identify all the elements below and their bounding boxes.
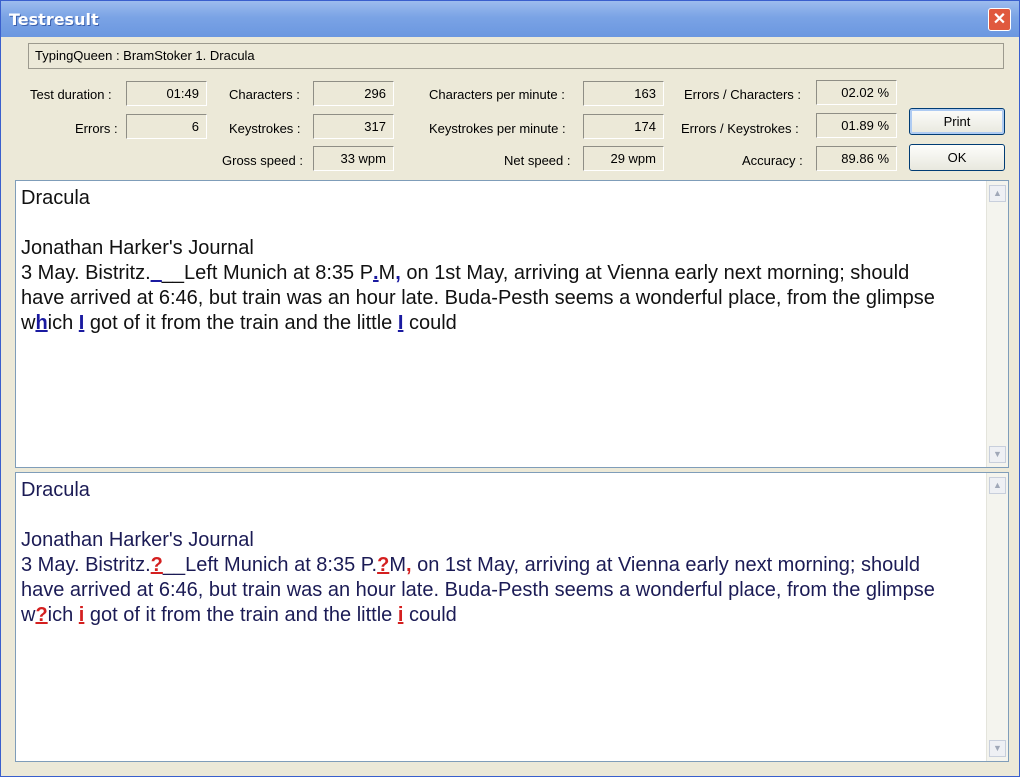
- test-duration-label: Test duration :: [30, 87, 112, 102]
- typed-line-1: 3 May. Bistritz.?__Left Munich at 8:35 P…: [21, 554, 920, 576]
- source-error-mark: _: [150, 262, 162, 284]
- testresult-window: Testresult ✕ TypingQueen : BramStoker 1.…: [0, 0, 1020, 777]
- source-text-pane[interactable]: Dracula Jonathan Harker's Journal 3 May.…: [15, 180, 1009, 468]
- typed-title: Dracula: [21, 479, 90, 501]
- characters-label: Characters :: [229, 87, 300, 102]
- typed-text-segment: ich: [47, 604, 79, 626]
- typed-text: Dracula Jonathan Harker's Journal 3 May.…: [21, 478, 981, 628]
- typed-text-segment: M: [389, 554, 406, 576]
- source-line-3: which I got of it from the train and the…: [21, 312, 457, 334]
- typed-scrollbar[interactable]: ▲ ▼: [986, 473, 1008, 761]
- errors-label: Errors :: [75, 121, 118, 136]
- close-button[interactable]: ✕: [988, 8, 1011, 31]
- source-line-1: 3 May. Bistritz.___Left Munich at 8:35 P…: [21, 262, 909, 284]
- ok-button[interactable]: OK: [909, 144, 1005, 171]
- typed-text-segment: got of it from the train and the little: [84, 604, 398, 626]
- source-subtitle: Jonathan Harker's Journal: [21, 237, 254, 259]
- chars-per-minute-label: Characters per minute :: [429, 87, 565, 102]
- source-text-segment: ich: [47, 312, 79, 334]
- source-text-segment: got of it from the train and the little: [84, 312, 398, 334]
- typed-error-mark: ?: [150, 554, 163, 576]
- errors-characters-label: Errors / Characters :: [684, 87, 802, 102]
- typed-text-segment: on 1st May, arriving at Vienna early nex…: [411, 554, 920, 576]
- typed-line-2: have arrived at 6:46, but train was an h…: [21, 579, 935, 601]
- typed-text-segment: 3 May. Bistritz.: [21, 554, 151, 576]
- print-button[interactable]: Print: [909, 108, 1005, 135]
- source-title: Dracula: [21, 187, 90, 209]
- source-text: Dracula Jonathan Harker's Journal 3 May.…: [21, 186, 981, 336]
- title-bar[interactable]: Testresult ✕: [1, 1, 1019, 37]
- accuracy-label: Accuracy :: [742, 153, 803, 168]
- test-duration-value: 01:49: [126, 81, 207, 106]
- source-text-segment: on 1st May, arriving at Vienna early nex…: [400, 262, 910, 284]
- source-text-segment: could: [403, 312, 457, 334]
- gross-speed-value: 33 wpm: [313, 146, 394, 171]
- keys-per-minute-label: Keystrokes per minute :: [429, 121, 566, 136]
- scroll-up-icon[interactable]: ▲: [989, 477, 1006, 494]
- typed-line-3: w?ich i got of it from the train and the…: [21, 604, 457, 626]
- keystrokes-value: 317: [313, 114, 394, 139]
- gross-speed-label: Gross speed :: [222, 153, 303, 168]
- typed-text-segment: __Left Munich at 8:35 P.: [162, 554, 378, 576]
- chars-per-minute-value: 163: [583, 81, 664, 106]
- source-text-segment: __Left Munich at 8:35 P: [161, 262, 374, 284]
- net-speed-value: 29 wpm: [583, 146, 664, 171]
- net-speed-label: Net speed :: [504, 153, 571, 168]
- scroll-down-icon[interactable]: ▼: [989, 446, 1006, 463]
- typed-error-mark: ?: [377, 554, 390, 576]
- errors-keystrokes-label: Errors / Keystrokes :: [681, 121, 799, 136]
- source-text-segment: M: [378, 262, 396, 284]
- typed-text-pane[interactable]: Dracula Jonathan Harker's Journal 3 May.…: [15, 472, 1009, 762]
- close-icon: ✕: [992, 11, 1007, 28]
- characters-value: 296: [313, 81, 394, 106]
- errors-characters-value: 02.02 %: [816, 80, 897, 105]
- scroll-up-icon[interactable]: ▲: [989, 185, 1006, 202]
- accuracy-value: 89.86 %: [816, 146, 897, 171]
- errors-keystrokes-value: 01.89 %: [816, 113, 897, 138]
- window-title: Testresult: [9, 10, 99, 29]
- source-scrollbar[interactable]: ▲ ▼: [986, 181, 1008, 467]
- typed-subtitle: Jonathan Harker's Journal: [21, 529, 254, 551]
- errors-value: 6: [126, 114, 207, 139]
- test-name-field: TypingQueen : BramStoker 1. Dracula: [28, 43, 1004, 69]
- typed-error-mark: ?: [35, 604, 48, 626]
- keystrokes-label: Keystrokes :: [229, 121, 301, 136]
- typed-text-segment: could: [403, 604, 457, 626]
- source-text-segment: w: [21, 312, 36, 334]
- source-error-mark: h: [35, 312, 48, 334]
- typed-text-segment: w: [21, 604, 36, 626]
- keys-per-minute-value: 174: [583, 114, 664, 139]
- scroll-down-icon[interactable]: ▼: [989, 740, 1006, 757]
- source-text-segment: 3 May. Bistritz.: [21, 262, 151, 284]
- source-line-2: have arrived at 6:46, but train was an h…: [21, 287, 935, 309]
